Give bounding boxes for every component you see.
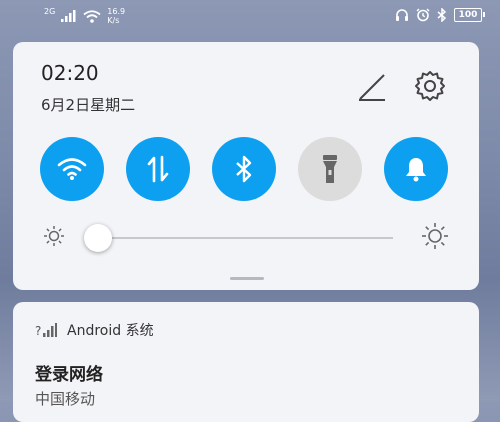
quick-settings-panel: 02:20 6月2日星期二 xyxy=(13,42,479,290)
pencil-icon xyxy=(359,74,385,101)
headset-icon xyxy=(396,9,408,21)
flashlight-icon xyxy=(323,155,337,183)
brightness-slider-thumb[interactable] xyxy=(84,224,112,252)
status-right: 100 xyxy=(395,8,485,22)
bell-icon xyxy=(406,158,426,182)
network-type-label: 2G xyxy=(44,7,56,16)
status-bar: 2G 16.9 K/s 100 xyxy=(0,0,500,36)
bluetooth-status-icon xyxy=(437,8,447,22)
settings-button[interactable] xyxy=(413,69,447,103)
wifi-question-icon: ? xyxy=(35,323,57,338)
brightness-low-icon xyxy=(44,226,64,246)
status-left: 2G 16.9 K/s xyxy=(44,7,125,25)
wifi-toggle[interactable] xyxy=(40,137,104,201)
clock-time: 02:20 xyxy=(41,61,99,85)
brightness-high-icon xyxy=(422,223,448,249)
bluetooth-icon xyxy=(236,155,252,183)
wifi-status-icon xyxy=(83,9,101,23)
brightness-control xyxy=(43,222,453,252)
notification-app-name: Android 系统 xyxy=(67,323,154,339)
gear-icon xyxy=(415,71,445,101)
toggle-tiles xyxy=(40,137,460,201)
bluetooth-toggle[interactable] xyxy=(212,137,276,201)
brightness-slider-track[interactable] xyxy=(93,237,393,239)
mobile-data-toggle[interactable] xyxy=(126,137,190,201)
notification-subtitle: 中国移动 xyxy=(35,390,96,408)
signal-icon xyxy=(61,10,76,22)
speed-value: 16.9 xyxy=(107,7,126,16)
battery-indicator: 100 xyxy=(454,8,485,22)
speed-unit: K/s xyxy=(107,16,120,25)
svg-text:?: ? xyxy=(35,324,41,338)
alarm-icon xyxy=(416,8,430,22)
notification-header: ? Android 系统 xyxy=(35,320,154,340)
flashlight-toggle[interactable] xyxy=(298,137,362,201)
notification-card[interactable]: ? Android 系统 登录网络 中国移动 xyxy=(13,302,479,422)
mobile-data-icon xyxy=(147,155,169,183)
clock-date: 6月2日星期二 xyxy=(41,96,136,114)
panel-drag-handle[interactable] xyxy=(230,277,264,280)
network-speed: 16.9 K/s xyxy=(107,7,125,25)
edit-button[interactable] xyxy=(355,70,389,104)
notification-sound-toggle[interactable] xyxy=(384,137,448,201)
notification-title: 登录网络 xyxy=(35,365,103,385)
wifi-icon xyxy=(57,158,87,180)
